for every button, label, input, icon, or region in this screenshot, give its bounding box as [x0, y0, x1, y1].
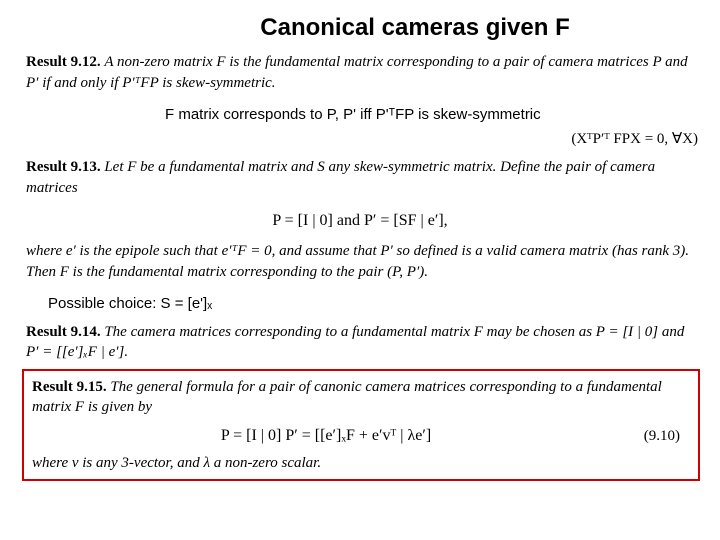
- result-9-12: Result 9.12. A non-zero matrix F is the …: [0, 50, 720, 95]
- result-9-13-lead: Let F be a fundamental matrix and S any …: [26, 159, 655, 195]
- result-9-15-label: Result 9.15.: [32, 379, 107, 395]
- possible-choice: Possible choice: S = [e']ₓ: [0, 284, 720, 320]
- result-9-14-label: Result 9.14.: [26, 324, 101, 340]
- result-9-13-label: Result 9.13.: [26, 159, 101, 175]
- highlight-box: Result 9.15. The general formula for a p…: [22, 369, 700, 481]
- result-9-15-eqnum: (9.10): [620, 426, 690, 446]
- result-9-12-label: Result 9.12.: [26, 54, 101, 70]
- result-9-15-lead: The general formula for a pair of canoni…: [32, 379, 662, 415]
- result-9-12-body: A non-zero matrix F is the fundamental m…: [26, 54, 688, 90]
- result-9-14: Result 9.14. The camera matrices corresp…: [0, 320, 720, 365]
- result-9-13-tail: where e′ is the epipole such that e′ᵀF =…: [0, 239, 720, 284]
- result-9-15-tail: where v is any 3-vector, and λ a non-zer…: [32, 453, 690, 473]
- result-9-15-eq: P = [I | 0] P′ = [[e′]ₓF + e′vᵀ | λe′]: [32, 425, 620, 447]
- result-9-15: Result 9.15. The general formula for a p…: [32, 377, 690, 418]
- side-equation: (XᵀP′ᵀ FPX = 0, ∀X): [0, 129, 720, 149]
- result-9-13-eq: P = [I | 0] and P′ = [SF | e′],: [0, 200, 720, 240]
- result-9-15-eq-row: P = [I | 0] P′ = [[e′]ₓF + e′vᵀ | λe′] (…: [32, 417, 690, 453]
- page-title: Canonical cameras given F: [0, 0, 720, 50]
- note-1: F matrix corresponds to P, P' iff P'ᵀFP …: [0, 95, 720, 131]
- result-9-14-body: The camera matrices corresponding to a f…: [26, 324, 684, 360]
- result-9-13: Result 9.13. Let F be a fundamental matr…: [0, 155, 720, 200]
